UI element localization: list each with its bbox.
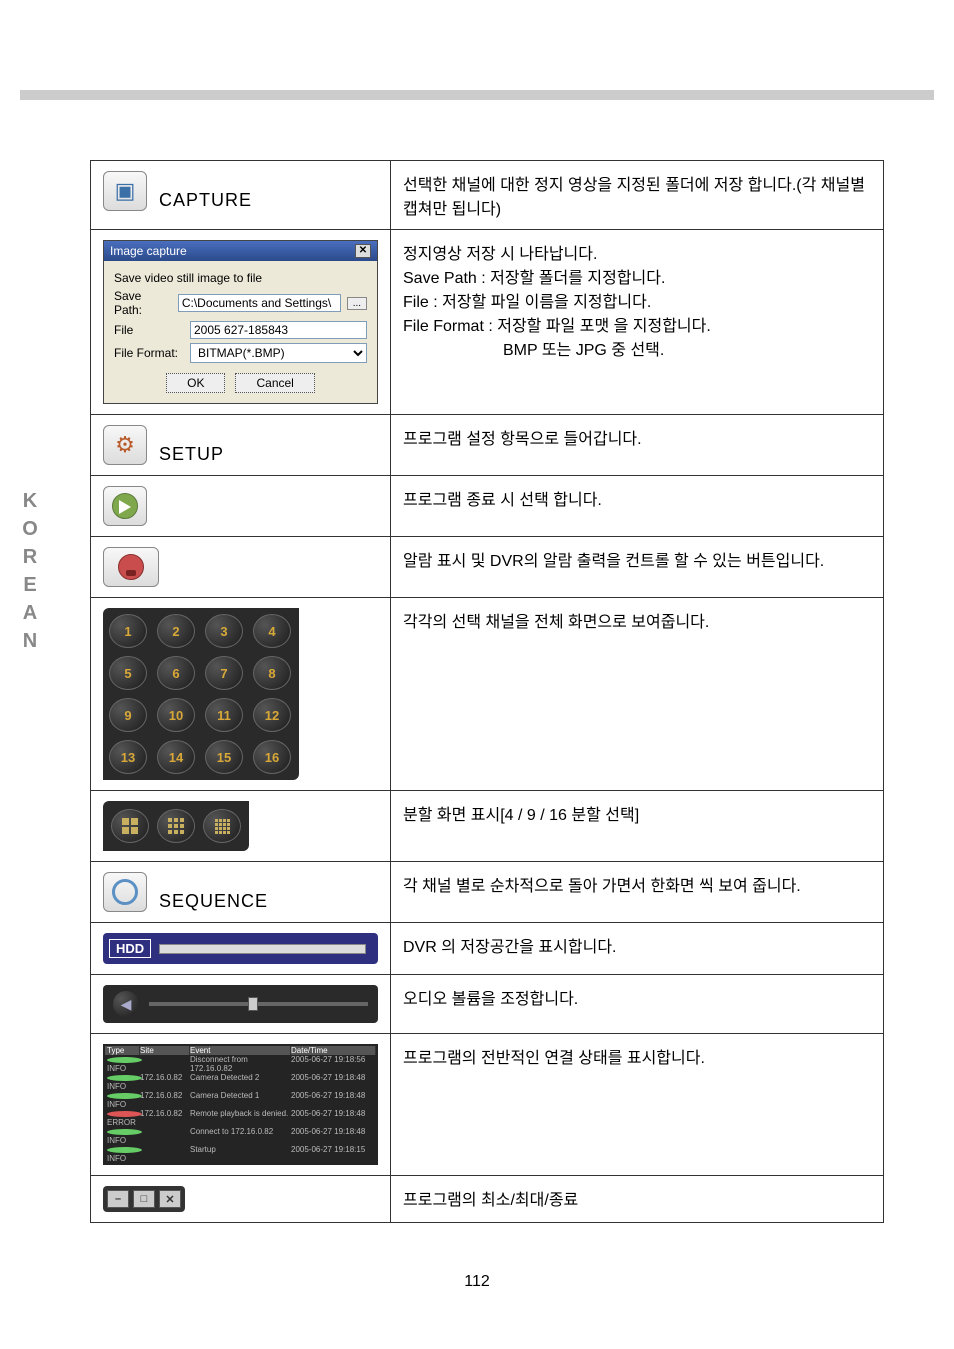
channel-14-button[interactable]: 14 <box>157 740 195 774</box>
channel-12-button[interactable]: 12 <box>253 698 291 732</box>
minimize-button[interactable]: – <box>107 1190 129 1208</box>
alarm-desc: 알람 표시 및 DVR의 알람 출력을 컨트롤 할 수 있는 버튼입니다. <box>391 537 884 598</box>
dialog-desc-l2: Save Path : 저장할 폴더를 지정합니다. <box>403 264 871 288</box>
wctrl-cell: – □ ✕ <box>91 1176 391 1223</box>
setup-label: SETUP <box>159 444 224 465</box>
exit-desc: 프로그램 종료 시 선택 합니다. <box>391 476 884 537</box>
volume-slider[interactable] <box>149 1002 368 1006</box>
status-hdr-date: Date/Time <box>291 1046 376 1055</box>
status-desc: 프로그램의 전반적인 연결 상태를 표시합니다. <box>391 1034 884 1176</box>
status-row: INFO172.16.0.82Camera Detected 12005-06-… <box>105 1091 376 1109</box>
channel-13-button[interactable]: 13 <box>109 740 147 774</box>
channel-2-button[interactable]: 2 <box>157 614 195 648</box>
channel-15-button[interactable]: 15 <box>205 740 243 774</box>
status-row: INFO172.16.0.82Camera Detected 22005-06-… <box>105 1073 376 1091</box>
split-cell <box>91 791 391 862</box>
hdd-desc: DVR 의 저장공간을 표시합니다. <box>391 923 884 975</box>
status-row: INFODisconnect from 172.16.0.822005-06-2… <box>105 1055 376 1073</box>
format-label: File Format: <box>114 346 184 360</box>
status-list: Type Site Event Date/Time INFODisconnect… <box>103 1044 378 1165</box>
dialog-desc-l4: File Format : 저장할 파일 포맷 을 지정합니다. <box>403 312 871 336</box>
status-cell: Type Site Event Date/Time INFODisconnect… <box>91 1034 391 1176</box>
dialog-title: Image capture <box>110 244 187 258</box>
channel-7-button[interactable]: 7 <box>205 656 243 690</box>
channel-1-button[interactable]: 1 <box>109 614 147 648</box>
status-row: INFOStartup2005-06-27 19:18:15 <box>105 1145 376 1163</box>
status-hdr-type: Type <box>105 1046 140 1055</box>
setup-desc: 프로그램 설정 항목으로 들어갑니다. <box>391 415 884 476</box>
volume-desc: 오디오 볼륨을 조정합니다. <box>391 975 884 1034</box>
savepath-input[interactable] <box>178 294 341 312</box>
browse-button[interactable]: ... <box>347 297 367 310</box>
hdd-label: HDD <box>109 939 151 958</box>
channels-cell: 1 2 3 4 5 6 7 8 9 10 11 12 13 14 15 16 <box>91 598 391 791</box>
capture-cell: ▣ CAPTURE <box>91 161 391 230</box>
split-16-button[interactable] <box>203 809 241 843</box>
hdd-gauge <box>159 944 366 954</box>
savepath-label: Save Path: <box>114 289 172 317</box>
capture-desc: 선택한 채널에 대한 정지 영상을 지정된 폴더에 저장 합니다.(각 채널별 … <box>391 161 884 230</box>
speaker-icon[interactable]: ◀ <box>113 991 139 1017</box>
capture-icon[interactable]: ▣ <box>103 171 147 211</box>
alarm-icon[interactable] <box>103 547 159 587</box>
status-hdr-event: Event <box>190 1046 291 1055</box>
status-row: INFOConnect to 172.16.0.822005-06-27 19:… <box>105 1127 376 1145</box>
status-row: ERROR172.16.0.82Remote playback is denie… <box>105 1109 376 1127</box>
maximize-button[interactable]: □ <box>133 1190 155 1208</box>
hdd-cell: HDD <box>91 923 391 975</box>
channel-3-button[interactable]: 3 <box>205 614 243 648</box>
file-input[interactable] <box>190 321 367 339</box>
main-content: ▣ CAPTURE 선택한 채널에 대한 정지 영상을 지정된 폴더에 저장 합… <box>90 160 884 1223</box>
exit-cell <box>91 476 391 537</box>
image-capture-dialog: Image capture ✕ Save video still image t… <box>103 240 378 404</box>
channel-grid: 1 2 3 4 5 6 7 8 9 10 11 12 13 14 15 16 <box>103 608 299 780</box>
sequence-cell: SEQUENCE <box>91 862 391 923</box>
ok-button[interactable]: OK <box>166 373 225 393</box>
file-label: File <box>114 323 184 337</box>
channel-8-button[interactable]: 8 <box>253 656 291 690</box>
language-side-label: KOREAN <box>18 490 41 658</box>
dialog-subtitle: Save video still image to file <box>114 271 367 285</box>
channel-6-button[interactable]: 6 <box>157 656 195 690</box>
format-select[interactable]: BITMAP(*.BMP) <box>190 343 367 363</box>
alarm-cell <box>91 537 391 598</box>
close-button[interactable]: ✕ <box>159 1190 181 1208</box>
dialog-desc-l3: File : 저장할 파일 이름을 지정합니다. <box>403 288 871 312</box>
cancel-button[interactable]: Cancel <box>235 373 314 393</box>
dialog-desc-l5: BMP 또는 JPG 중 선택. <box>403 336 871 360</box>
channel-11-button[interactable]: 11 <box>205 698 243 732</box>
sequence-icon[interactable] <box>103 872 147 912</box>
split-4-button[interactable] <box>111 809 149 843</box>
header-bar <box>20 90 934 100</box>
channel-10-button[interactable]: 10 <box>157 698 195 732</box>
sequence-desc: 각 채널 별로 순차적으로 돌아 가면서 한화면 씩 보여 줍니다. <box>391 862 884 923</box>
setup-icon[interactable]: ⚙ <box>103 425 147 465</box>
channel-4-button[interactable]: 4 <box>253 614 291 648</box>
dialog-desc-l1: 정지영상 저장 시 나타납니다. <box>403 240 871 264</box>
channel-9-button[interactable]: 9 <box>109 698 147 732</box>
exit-icon[interactable] <box>103 486 147 526</box>
channel-16-button[interactable]: 16 <box>253 740 291 774</box>
page-number: 112 <box>0 1273 954 1291</box>
wctrl-desc: 프로그램의 최소/최대/종료 <box>391 1176 884 1223</box>
dialog-cell: Image capture ✕ Save video still image t… <box>91 230 391 415</box>
capture-label: CAPTURE <box>159 190 252 211</box>
close-icon[interactable]: ✕ <box>355 244 371 258</box>
split-9-button[interactable] <box>157 809 195 843</box>
split-desc: 분할 화면 표시[4 / 9 / 16 분할 선택] <box>391 791 884 862</box>
volume-cell: ◀ <box>91 975 391 1034</box>
feature-table: ▣ CAPTURE 선택한 채널에 대한 정지 영상을 지정된 폴더에 저장 합… <box>90 160 884 1223</box>
channels-desc: 각각의 선택 채널을 전체 화면으로 보여줍니다. <box>391 598 884 791</box>
sequence-label: SEQUENCE <box>159 891 268 912</box>
setup-cell: ⚙ SETUP <box>91 415 391 476</box>
dialog-desc: 정지영상 저장 시 나타납니다. Save Path : 저장할 폴더를 지정합… <box>391 230 884 415</box>
channel-5-button[interactable]: 5 <box>109 656 147 690</box>
status-hdr-site: Site <box>140 1046 190 1055</box>
